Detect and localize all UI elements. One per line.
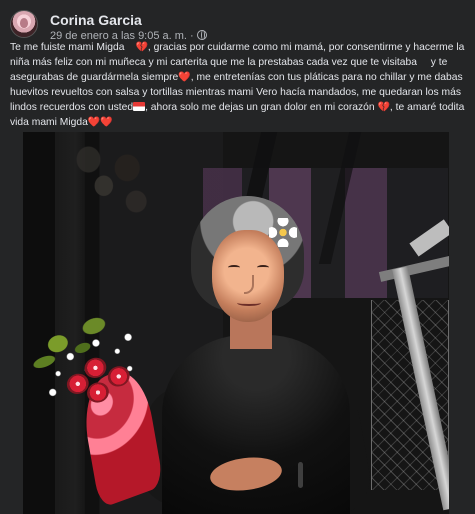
message-text: , te amaré todita la — [389, 102, 465, 113]
message-line-6: vida mami Migda❤️❤️ — [10, 115, 465, 130]
avatar-face-icon — [20, 18, 28, 28]
message-text: lindos recuerdos con usted — [10, 102, 134, 113]
message-text: y te — [427, 57, 448, 68]
message-line-5: lindos recuerdos con usted , ahora solo m… — [10, 100, 465, 115]
mouth — [237, 300, 261, 306]
message-text: , gracias por cuidarme como mi mamá, por… — [147, 42, 465, 53]
post-header: Corina Garcia 29 de enero a las 9:05 a. … — [10, 10, 465, 44]
message-text: Te me fuiste mami Migda — [10, 42, 125, 53]
message-text: , ahora solo me dejas un gran dolor en m… — [145, 102, 378, 113]
red-heart-icon: ❤️ — [87, 117, 101, 128]
post-message: Te me fuiste mami Migda 💔, gracias por cu… — [10, 40, 465, 130]
message-line-1: Te me fuiste mami Migda 💔, gracias por cu… — [10, 40, 465, 55]
message-text: asegurabas de guardármela siempre — [10, 72, 179, 83]
message-line-3: asegurabas de guardármela siempre❤️, me … — [10, 70, 465, 85]
red-heart-icon: ❤️ — [178, 72, 191, 83]
message-line-2: niña más feliz con mi muñeca y mi carter… — [10, 55, 465, 70]
message-text: huevitos revueltos con salsa y tortillas… — [10, 87, 461, 98]
globe-icon — [196, 30, 207, 40]
message-text: vida mami Migda — [10, 117, 88, 128]
right-eye — [257, 265, 269, 270]
railing-bar — [378, 254, 449, 282]
nose — [244, 275, 254, 294]
broken-heart-icon: 💔 — [377, 102, 390, 113]
left-eye — [228, 265, 240, 270]
hair-flower-icon — [269, 218, 297, 247]
bracelet — [298, 462, 303, 488]
flag-icon — [133, 102, 146, 111]
message-line-4: huevitos revueltos con salsa y tortillas… — [10, 85, 465, 100]
red-heart-icon: ❤️ — [100, 117, 113, 128]
message-text: niña más feliz con mi muñeca y mi carter… — [10, 57, 417, 68]
author-avatar[interactable] — [10, 10, 38, 38]
broken-heart-icon: 💔 — [135, 42, 148, 53]
author-name[interactable]: Corina Garcia — [50, 12, 142, 28]
post-photo[interactable] — [23, 132, 449, 514]
message-text: , me entretenías con tus pláticas para n… — [190, 72, 463, 83]
facebook-post: Corina Garcia 29 de enero a las 9:05 a. … — [0, 0, 475, 514]
